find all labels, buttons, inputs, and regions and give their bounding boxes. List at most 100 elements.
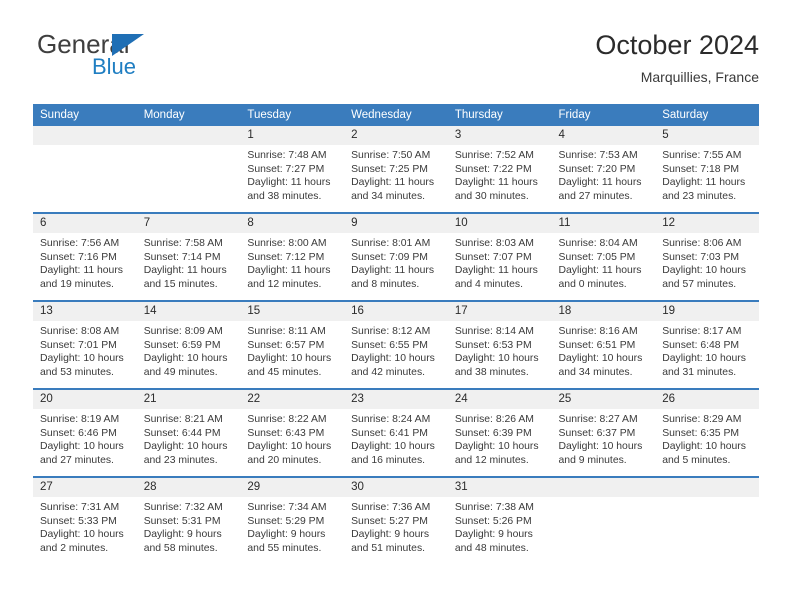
calendar-day-cell[interactable]: 26 Sunrise: 8:29 AM Sunset: 6:35 PM Dayl… (655, 388, 759, 477)
daylight-text-line1: Daylight: 10 hours (558, 441, 643, 453)
calendar-day-cell[interactable]: 4 Sunrise: 7:53 AM Sunset: 7:20 PM Dayli… (551, 126, 656, 213)
day-details: Sunrise: 7:31 AM Sunset: 5:33 PM Dayligh… (33, 497, 137, 555)
daylight-text-line1: Daylight: 10 hours (662, 265, 746, 277)
daylight-text-line2: and 34 minutes. (351, 190, 426, 202)
daylight-text-line1: Daylight: 9 hours (143, 529, 222, 541)
calendar-day-cell[interactable]: 8 Sunrise: 8:00 AM Sunset: 7:12 PM Dayli… (240, 212, 345, 301)
day-number: 12 (655, 214, 759, 233)
calendar-day-cell[interactable]: 16 Sunrise: 8:12 AM Sunset: 6:55 PM Dayl… (344, 300, 448, 389)
day-details: Sunrise: 8:16 AM Sunset: 6:51 PM Dayligh… (552, 321, 656, 379)
daylight-text-line1: Daylight: 11 hours (454, 265, 538, 277)
general-blue-logo[interactable]: General Blue (37, 30, 267, 90)
calendar-day-cell[interactable]: 7 Sunrise: 7:58 AM Sunset: 7:14 PM Dayli… (136, 212, 241, 301)
calendar-day-cell[interactable]: 31 Sunrise: 7:38 AM Sunset: 5:26 PM Dayl… (447, 476, 552, 564)
day-details: Sunrise: 7:38 AM Sunset: 5:26 PM Dayligh… (448, 497, 552, 555)
page-title: October 2024 (595, 30, 759, 60)
daylight-text-line1: Daylight: 9 hours (247, 529, 326, 541)
calendar-week-row: 6 Sunrise: 7:56 AM Sunset: 7:16 PM Dayli… (33, 212, 759, 301)
calendar-day-cell[interactable]: 27 Sunrise: 7:31 AM Sunset: 5:33 PM Dayl… (33, 476, 137, 564)
calendar-day-cell[interactable]: 5 Sunrise: 7:55 AM Sunset: 7:18 PM Dayli… (655, 126, 759, 213)
sunrise-text: Sunrise: 7:52 AM (454, 150, 534, 161)
daylight-text-line2: and 4 minutes. (454, 278, 523, 290)
sunrise-text: Sunrise: 8:27 AM (558, 414, 638, 425)
sunset-text: Sunset: 5:26 PM (454, 515, 532, 527)
calendar-day-cell[interactable] (655, 476, 759, 564)
day-number: 14 (136, 302, 241, 321)
calendar-day-cell[interactable] (551, 476, 656, 564)
sunset-text: Sunset: 6:59 PM (143, 339, 221, 351)
calendar-day-cell[interactable]: 1 Sunrise: 7:48 AM Sunset: 7:27 PM Dayli… (240, 126, 345, 213)
day-details (33, 145, 137, 149)
calendar-header-row: Sunday Monday Tuesday Wednesday Thursday… (33, 104, 759, 126)
calendar-body: 1 Sunrise: 7:48 AM Sunset: 7:27 PM Dayli… (33, 126, 759, 564)
daylight-text-line2: and 27 minutes. (40, 454, 114, 466)
day-details: Sunrise: 8:09 AM Sunset: 6:59 PM Dayligh… (137, 321, 241, 379)
calendar-day-cell[interactable]: 2 Sunrise: 7:50 AM Sunset: 7:25 PM Dayli… (344, 126, 448, 213)
day-number: 24 (447, 390, 552, 409)
daylight-text-line2: and 51 minutes. (351, 542, 426, 554)
daylight-text-line1: Daylight: 9 hours (454, 529, 533, 541)
sunset-text: Sunset: 6:51 PM (558, 339, 636, 351)
calendar-day-cell[interactable]: 30 Sunrise: 7:36 AM Sunset: 5:27 PM Dayl… (344, 476, 448, 564)
daylight-text-line1: Daylight: 11 hours (351, 177, 435, 189)
logo-triangle-icon (112, 34, 144, 56)
calendar-day-cell[interactable]: 23 Sunrise: 8:24 AM Sunset: 6:41 PM Dayl… (344, 388, 448, 477)
day-number (136, 126, 241, 145)
calendar-day-cell[interactable]: 25 Sunrise: 8:27 AM Sunset: 6:37 PM Dayl… (551, 388, 656, 477)
calendar-week-row: 1 Sunrise: 7:48 AM Sunset: 7:27 PM Dayli… (33, 126, 759, 213)
sunrise-text: Sunrise: 7:38 AM (454, 502, 534, 513)
daylight-text-line1: Daylight: 10 hours (247, 353, 332, 365)
day-details: Sunrise: 7:50 AM Sunset: 7:25 PM Dayligh… (344, 145, 448, 203)
calendar-day-cell[interactable]: 19 Sunrise: 8:17 AM Sunset: 6:48 PM Dayl… (655, 300, 759, 389)
calendar-day-cell[interactable]: 17 Sunrise: 8:14 AM Sunset: 6:53 PM Dayl… (447, 300, 552, 389)
daylight-text-line1: Daylight: 11 hours (558, 265, 642, 277)
calendar-day-cell[interactable]: 14 Sunrise: 8:09 AM Sunset: 6:59 PM Dayl… (136, 300, 241, 389)
calendar-day-cell[interactable]: 18 Sunrise: 8:16 AM Sunset: 6:51 PM Dayl… (551, 300, 656, 389)
day-details (137, 145, 241, 149)
page-header: General Blue October 2024 Marquillies, F… (33, 28, 759, 92)
day-details: Sunrise: 8:14 AM Sunset: 6:53 PM Dayligh… (448, 321, 552, 379)
page-subtitle: Marquillies, France (640, 69, 759, 85)
calendar-day-cell[interactable]: 15 Sunrise: 8:11 AM Sunset: 6:57 PM Dayl… (240, 300, 345, 389)
day-details: Sunrise: 8:19 AM Sunset: 6:46 PM Dayligh… (33, 409, 137, 467)
daylight-text-line1: Daylight: 11 hours (351, 265, 435, 277)
calendar-day-cell[interactable] (33, 126, 137, 213)
day-details: Sunrise: 7:58 AM Sunset: 7:14 PM Dayligh… (137, 233, 241, 291)
daylight-text-line1: Daylight: 10 hours (558, 353, 643, 365)
day-number: 8 (240, 214, 345, 233)
calendar-day-cell[interactable]: 24 Sunrise: 8:26 AM Sunset: 6:39 PM Dayl… (447, 388, 552, 477)
daylight-text-line1: Daylight: 10 hours (351, 353, 435, 365)
calendar-day-cell[interactable]: 28 Sunrise: 7:32 AM Sunset: 5:31 PM Dayl… (136, 476, 241, 564)
day-details: Sunrise: 8:04 AM Sunset: 7:05 PM Dayligh… (552, 233, 656, 291)
day-number: 2 (344, 126, 448, 145)
calendar-day-cell[interactable]: 10 Sunrise: 8:03 AM Sunset: 7:07 PM Dayl… (447, 212, 552, 301)
calendar-day-cell[interactable]: 22 Sunrise: 8:22 AM Sunset: 6:43 PM Dayl… (240, 388, 345, 477)
daylight-text-line2: and 16 minutes. (351, 454, 426, 466)
day-details: Sunrise: 7:52 AM Sunset: 7:22 PM Dayligh… (448, 145, 552, 203)
daylight-text-line2: and 38 minutes. (247, 190, 322, 202)
calendar-day-cell[interactable]: 6 Sunrise: 7:56 AM Sunset: 7:16 PM Dayli… (33, 212, 137, 301)
sunrise-text: Sunrise: 7:55 AM (662, 150, 742, 161)
day-details (655, 497, 759, 501)
calendar-day-cell[interactable] (136, 126, 241, 213)
daylight-text-line2: and 57 minutes. (662, 278, 737, 290)
calendar-day-cell[interactable]: 12 Sunrise: 8:06 AM Sunset: 7:03 PM Dayl… (655, 212, 759, 301)
daylight-text-line1: Daylight: 9 hours (351, 529, 430, 541)
daylight-text-line2: and 45 minutes. (247, 366, 322, 378)
sunset-text: Sunset: 5:31 PM (143, 515, 221, 527)
daylight-text-line2: and 49 minutes. (143, 366, 218, 378)
sunrise-text: Sunrise: 8:00 AM (247, 238, 327, 249)
calendar-day-cell[interactable]: 13 Sunrise: 8:08 AM Sunset: 7:01 PM Dayl… (33, 300, 137, 389)
sunrise-text: Sunrise: 8:26 AM (454, 414, 534, 425)
calendar-day-cell[interactable]: 20 Sunrise: 8:19 AM Sunset: 6:46 PM Dayl… (33, 388, 137, 477)
calendar-day-cell[interactable]: 29 Sunrise: 7:34 AM Sunset: 5:29 PM Dayl… (240, 476, 345, 564)
calendar-day-cell[interactable]: 11 Sunrise: 8:04 AM Sunset: 7:05 PM Dayl… (551, 212, 656, 301)
calendar-day-cell[interactable]: 9 Sunrise: 8:01 AM Sunset: 7:09 PM Dayli… (344, 212, 448, 301)
calendar-day-cell[interactable]: 3 Sunrise: 7:52 AM Sunset: 7:22 PM Dayli… (447, 126, 552, 213)
day-details: Sunrise: 8:12 AM Sunset: 6:55 PM Dayligh… (344, 321, 448, 379)
day-number: 13 (33, 302, 137, 321)
daylight-text-line1: Daylight: 11 hours (143, 265, 227, 277)
calendar-day-cell[interactable]: 21 Sunrise: 8:21 AM Sunset: 6:44 PM Dayl… (136, 388, 241, 477)
calendar-week-row: 27 Sunrise: 7:31 AM Sunset: 5:33 PM Dayl… (33, 476, 759, 564)
daylight-text-line2: and 0 minutes. (558, 278, 627, 290)
